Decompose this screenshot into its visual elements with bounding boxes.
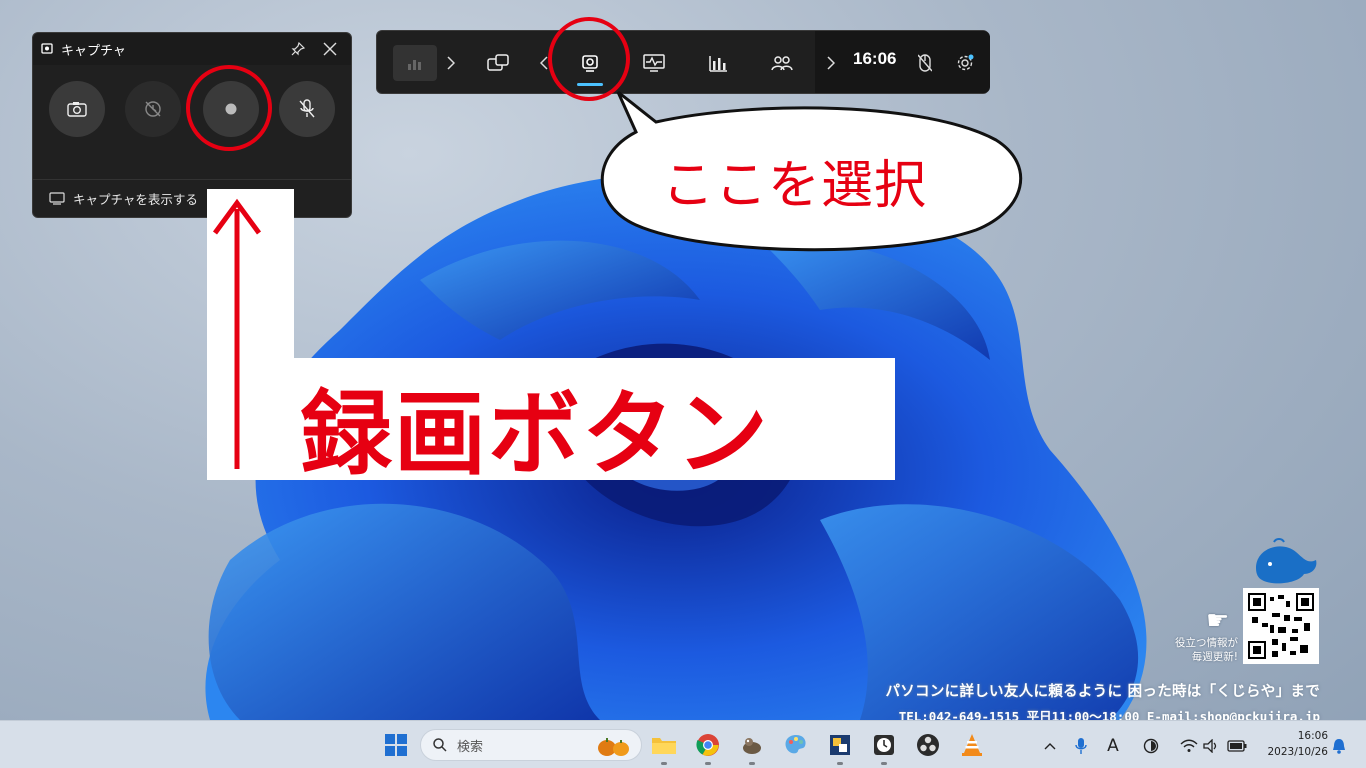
microphone-icon xyxy=(1075,738,1087,754)
home-button[interactable] xyxy=(393,45,437,81)
up-arrow-icon xyxy=(212,198,262,469)
record-button-label: 録画ボタン xyxy=(300,381,771,488)
gallery-icon xyxy=(49,192,65,205)
paint-button[interactable] xyxy=(780,729,812,761)
microphone-tray[interactable] xyxy=(1070,735,1092,757)
gear-icon xyxy=(957,54,974,71)
ime-indicator[interactable]: A xyxy=(1102,735,1124,757)
photo-viewer-icon xyxy=(830,735,850,755)
running-indicator xyxy=(705,762,711,765)
search-placeholder: 検索 xyxy=(457,739,484,755)
clock-app-button[interactable] xyxy=(868,729,900,761)
chrome-button[interactable] xyxy=(692,729,724,761)
taskbar-time: 16:06 xyxy=(1297,730,1328,742)
focus-tray[interactable] xyxy=(1140,735,1162,757)
mic-off-icon xyxy=(299,99,315,118)
vlc-button[interactable] xyxy=(956,729,988,761)
close-icon[interactable] xyxy=(317,36,343,62)
alarm-clock-icon xyxy=(874,735,894,755)
performance-widget-button[interactable] xyxy=(637,45,671,81)
show-hidden-icons[interactable] xyxy=(1039,735,1061,757)
branding-line-1: パソコンに詳しい友人に頼るように 困った時は「くじらや」まで xyxy=(885,684,1320,700)
wifi-icon xyxy=(1180,739,1198,752)
chrome-icon xyxy=(696,734,719,756)
screenshot-button[interactable] xyxy=(49,81,105,137)
people-icon xyxy=(771,56,793,71)
camera-icon xyxy=(67,102,87,117)
mic-toggle-button[interactable] xyxy=(279,81,335,137)
bar-chart-icon xyxy=(709,56,727,72)
chevron-right-icon xyxy=(447,56,455,70)
gimp-button[interactable] xyxy=(736,729,768,761)
running-indicator xyxy=(837,762,843,765)
file-explorer-button[interactable] xyxy=(648,729,680,761)
start-button[interactable] xyxy=(380,729,412,761)
tagline-line-2: 毎週更新! xyxy=(1191,651,1238,663)
game-home-icon xyxy=(408,60,421,70)
pointing-hand-icon: ☛ xyxy=(1206,606,1230,636)
widget-menu-button[interactable] xyxy=(481,45,515,81)
notifications-button[interactable] xyxy=(1328,735,1350,757)
widget-menu-icon xyxy=(487,54,509,71)
taskbar-clock[interactable]: 16:06 2023/10/26 xyxy=(1258,728,1328,760)
settings-button[interactable] xyxy=(953,45,977,81)
history-off-icon xyxy=(145,101,161,117)
show-captures-link[interactable]: キャプチャを表示する xyxy=(33,179,351,217)
social-widget-button[interactable] xyxy=(765,45,799,81)
chevron-left-icon xyxy=(540,56,548,70)
search-icon xyxy=(433,738,447,752)
capture-widget-title: キャプチャ xyxy=(61,43,126,59)
chevron-right-icon xyxy=(827,56,835,70)
running-indicator xyxy=(661,762,667,765)
battery-tray[interactable] xyxy=(1226,735,1248,757)
record-last-30s-button[interactable] xyxy=(125,81,181,137)
running-indicator xyxy=(749,762,755,765)
folder-icon xyxy=(652,738,676,754)
qr-code-icon xyxy=(1248,593,1314,659)
chevron-up-icon xyxy=(1044,743,1056,750)
paint-palette-icon xyxy=(785,735,806,754)
gimp-icon xyxy=(743,738,761,754)
performance-icon xyxy=(643,54,665,72)
windows-logo-icon xyxy=(385,734,407,756)
pin-icon[interactable] xyxy=(285,36,311,62)
obs-button[interactable] xyxy=(912,729,944,761)
whale-logo xyxy=(1256,538,1317,584)
obs-icon xyxy=(917,734,939,756)
mouse-off-icon xyxy=(918,54,932,72)
focus-moon-icon xyxy=(1143,738,1159,754)
taskbar-search[interactable]: 検索 xyxy=(420,729,642,761)
app-button[interactable] xyxy=(824,729,856,761)
capture-widget-icon xyxy=(41,40,53,59)
speech-bubble-text: ここを選択 xyxy=(662,156,928,216)
wifi-tray[interactable] xyxy=(1178,735,1200,757)
show-captures-label: キャプチャを表示する xyxy=(73,192,198,207)
taskbar: 検索 A 16:06 2023/10/26 xyxy=(0,720,1366,768)
tagline-line-1: 役立つ情報が xyxy=(1175,637,1238,649)
taskbar-date: 2023/10/26 xyxy=(1267,746,1328,758)
battery-charging-icon xyxy=(1227,740,1247,752)
more-widgets-chevron[interactable] xyxy=(821,45,841,81)
tagline: 役立つ情報が 毎週更新! xyxy=(1138,636,1238,664)
volume-tray[interactable] xyxy=(1200,735,1222,757)
gamebar-clock: 16:06 xyxy=(853,49,897,68)
expand-chevron[interactable] xyxy=(441,45,461,81)
speaker-icon xyxy=(1203,739,1217,753)
capture-widget-header[interactable]: キャプチャ xyxy=(33,33,351,65)
vlc-cone-icon xyxy=(962,734,982,756)
resources-widget-button[interactable] xyxy=(701,45,735,81)
halloween-pumpkin-icon xyxy=(595,735,633,761)
annotation-circle-record xyxy=(186,65,272,151)
bell-icon xyxy=(1333,739,1345,754)
running-indicator xyxy=(881,762,887,765)
mouse-lock-button[interactable] xyxy=(913,45,937,81)
qr-code[interactable] xyxy=(1243,588,1319,664)
